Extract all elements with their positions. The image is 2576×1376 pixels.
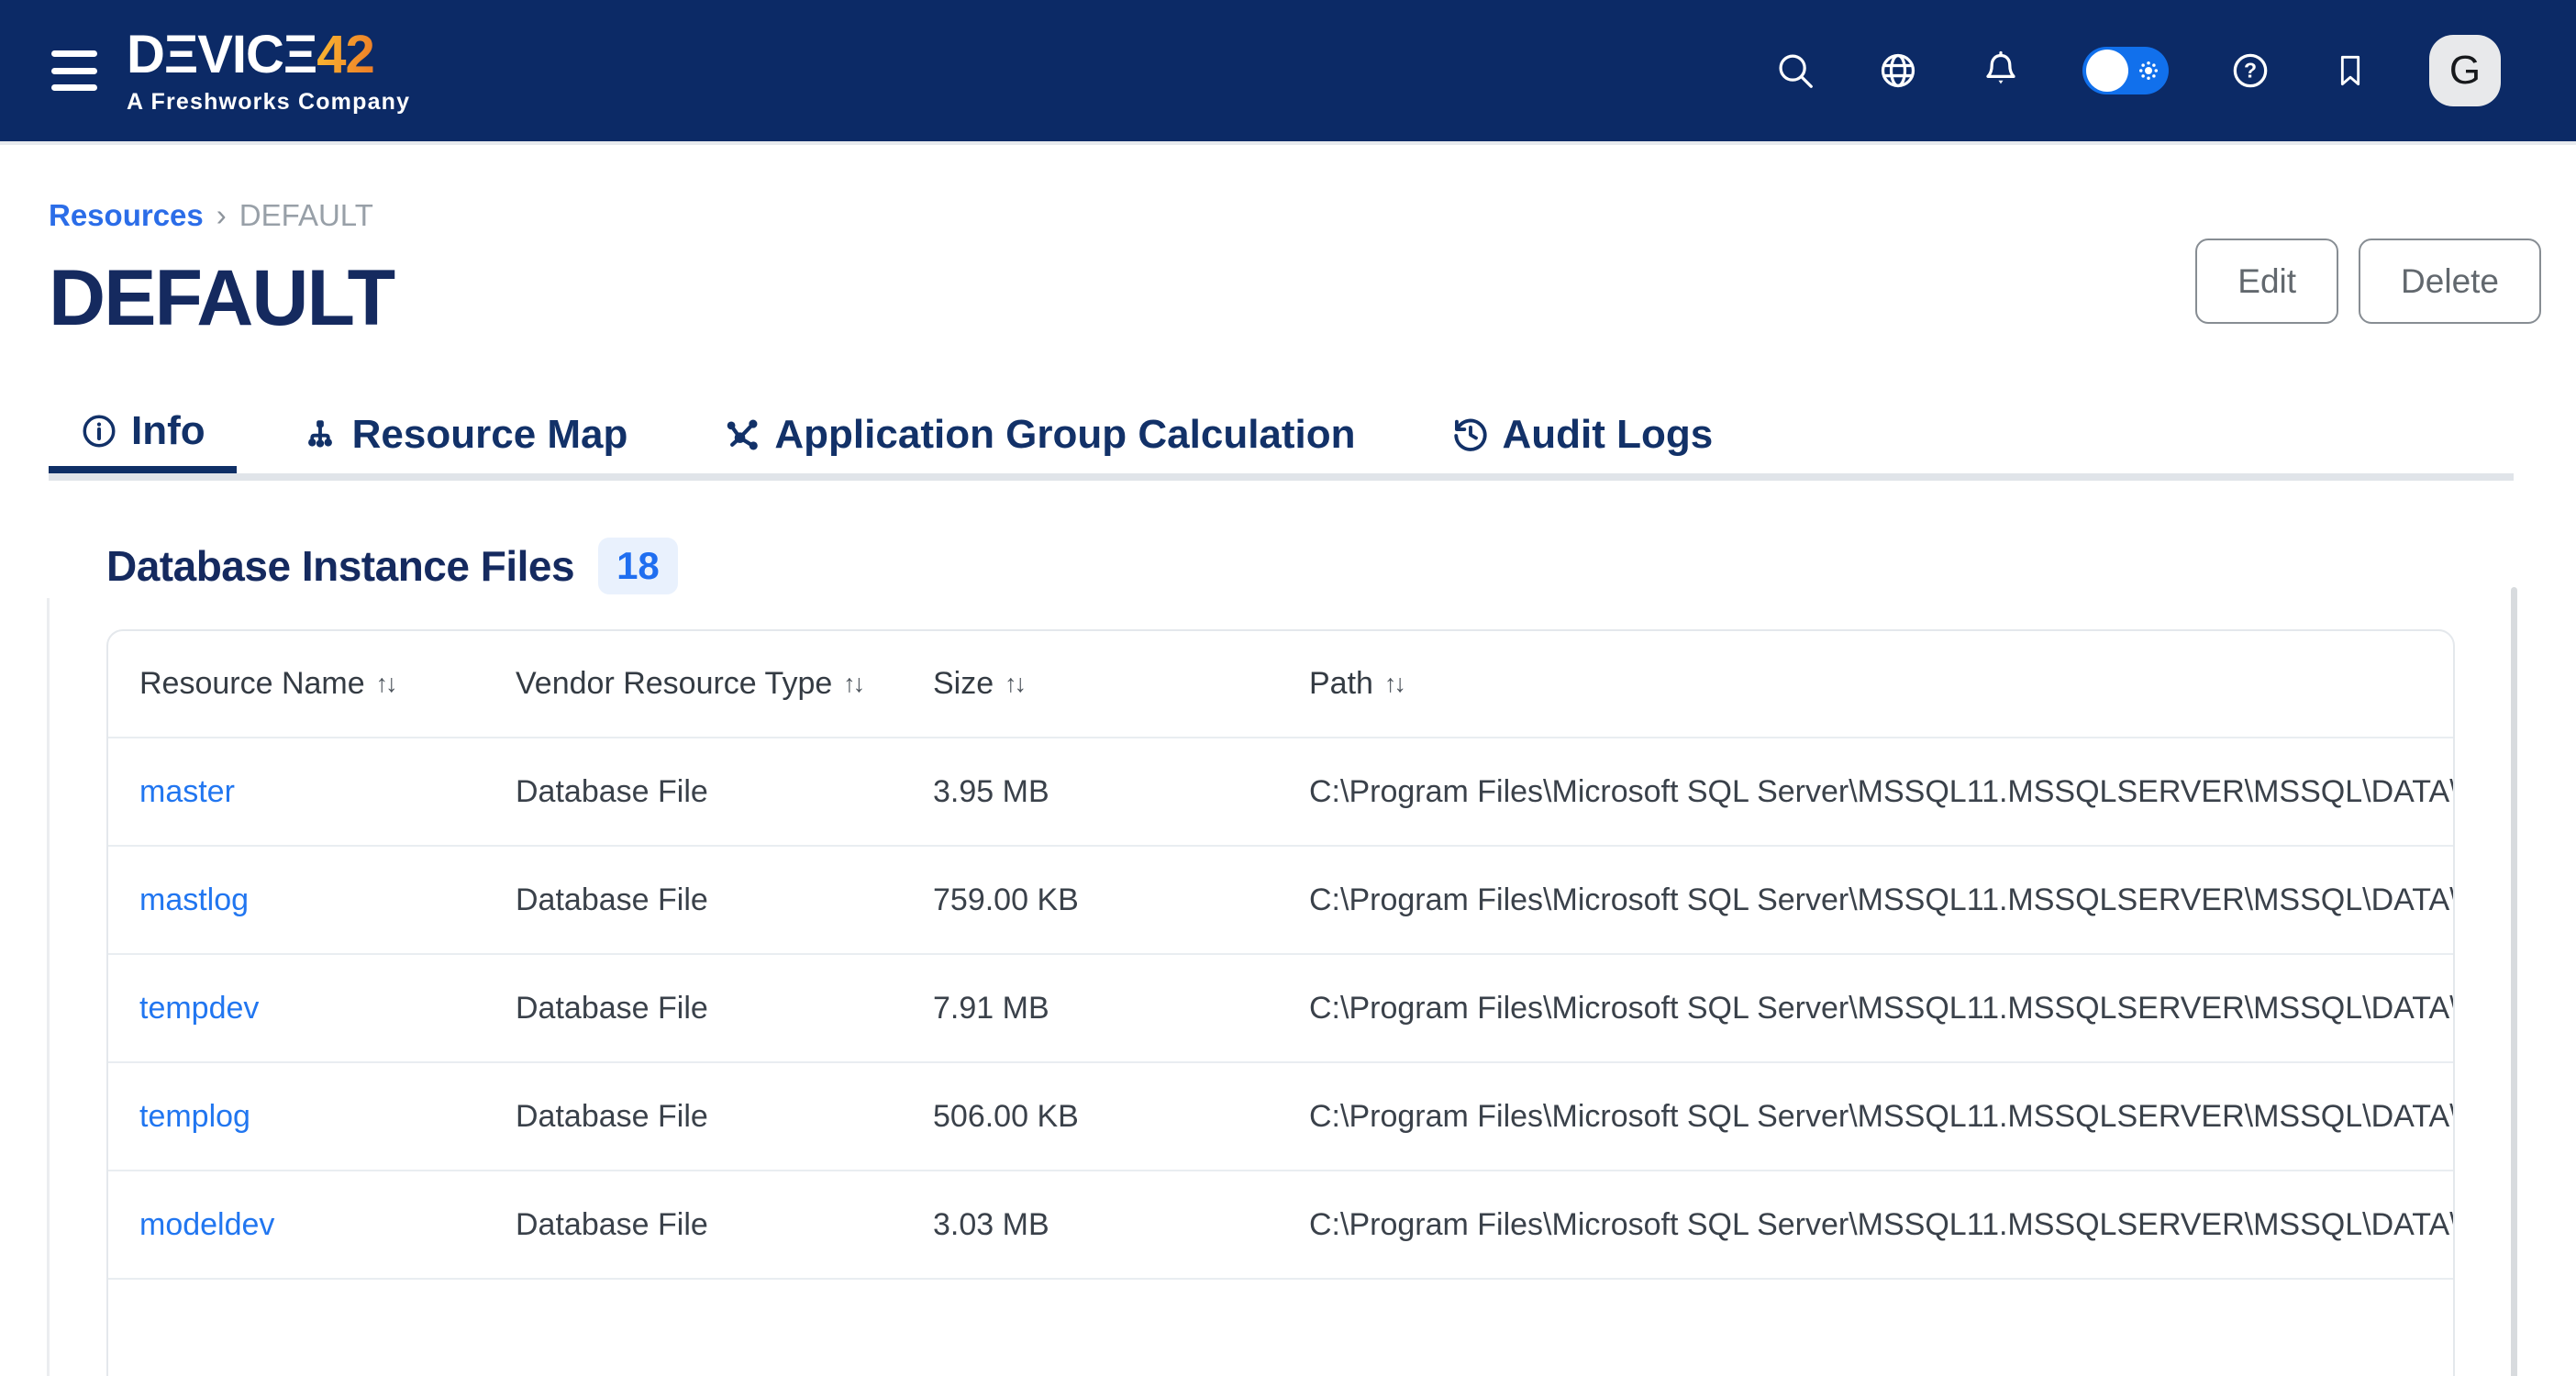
size-cell: 3.95 MB bbox=[933, 774, 1309, 810]
info-tab-panel: Database Instance Files 18 Resource Name… bbox=[49, 538, 2576, 1376]
sort-icon[interactable]: ↑↓ bbox=[1005, 670, 1024, 698]
path-cell: C:\Program Files\Microsoft SQL Server\MS… bbox=[1309, 882, 2453, 918]
sort-icon[interactable]: ↑↓ bbox=[1384, 670, 1404, 698]
breadcrumb: Resources › DEFAULT bbox=[49, 198, 2576, 233]
table-row: master Database File 3.95 MB C:\Program … bbox=[108, 738, 2453, 847]
vendor-resource-type-cell: Database File bbox=[516, 774, 933, 810]
tab-info-label: Info bbox=[131, 408, 205, 454]
column-header-size[interactable]: Size ↑↓ bbox=[933, 666, 1309, 702]
vendor-resource-type-cell: Database File bbox=[516, 882, 933, 918]
tab-application-group-calculation[interactable]: Application Group Calculation bbox=[692, 396, 1386, 473]
brand-accent: 42 bbox=[316, 25, 374, 84]
path-cell: C:\Program Files\Microsoft SQL Server\MS… bbox=[1309, 774, 2453, 810]
size-cell: 7.91 MB bbox=[933, 991, 1309, 1026]
vertical-scrollbar[interactable] bbox=[2511, 587, 2517, 1376]
path-cell: C:\Program Files\Microsoft SQL Server\MS… bbox=[1309, 991, 2453, 1026]
section-header: Database Instance Files 18 bbox=[106, 538, 2576, 594]
table-row: modeldev Database File 3.03 MB C:\Progra… bbox=[108, 1171, 2453, 1280]
topbar-actions: ? G bbox=[1774, 35, 2501, 106]
tab-resource-map[interactable]: Resource Map bbox=[270, 396, 660, 473]
tab-application-group-calculation-label: Application Group Calculation bbox=[774, 412, 1355, 458]
breadcrumb-separator: › bbox=[217, 198, 227, 233]
info-icon bbox=[80, 412, 118, 450]
tab-audit-logs-label: Audit Logs bbox=[1503, 412, 1714, 458]
top-navigation-bar: DΞVICΞ42 A Freshworks Company bbox=[0, 0, 2576, 145]
notifications-bell-icon[interactable] bbox=[1980, 50, 2022, 92]
sun-icon bbox=[2135, 57, 2162, 84]
user-avatar[interactable]: G bbox=[2429, 35, 2501, 106]
table-row: templog Database File 506.00 KB C:\Progr… bbox=[108, 1063, 2453, 1171]
count-badge: 18 bbox=[598, 538, 678, 594]
sitemap-icon bbox=[301, 416, 339, 454]
menu-icon[interactable] bbox=[51, 50, 97, 91]
table-header-row: Resource Name ↑↓ Vendor Resource Type ↑↓… bbox=[108, 631, 2453, 738]
section-title: Database Instance Files bbox=[106, 541, 574, 591]
resource-name-link[interactable]: master bbox=[139, 774, 516, 810]
resource-name-link[interactable]: templog bbox=[139, 1099, 516, 1135]
sort-icon[interactable]: ↑↓ bbox=[376, 670, 395, 698]
delete-button[interactable]: Delete bbox=[2359, 239, 2541, 324]
help-icon[interactable]: ? bbox=[2229, 50, 2271, 92]
size-cell: 506.00 KB bbox=[933, 1099, 1309, 1135]
vendor-resource-type-cell: Database File bbox=[516, 1099, 933, 1135]
path-cell: C:\Program Files\Microsoft SQL Server\MS… bbox=[1309, 1207, 2453, 1243]
tab-resource-map-label: Resource Map bbox=[352, 412, 628, 458]
vendor-resource-type-cell: Database File bbox=[516, 991, 933, 1026]
brand-logo[interactable]: DΞVICΞ42 A Freshworks Company bbox=[127, 28, 410, 114]
path-cell: C:\Program Files\Microsoft SQL Server\MS… bbox=[1309, 1099, 2453, 1135]
svg-text:?: ? bbox=[2244, 59, 2257, 83]
tab-bar: Info Resource Map bbox=[49, 396, 2514, 481]
page: DΞVICΞ42 A Freshworks Company bbox=[0, 0, 2576, 1376]
search-icon[interactable] bbox=[1774, 50, 1816, 92]
size-cell: 3.03 MB bbox=[933, 1207, 1309, 1243]
globe-icon[interactable] bbox=[1877, 50, 1919, 92]
table-row-partial bbox=[108, 1280, 2453, 1376]
avatar-initial: G bbox=[2449, 48, 2481, 94]
column-header-resource-name[interactable]: Resource Name ↑↓ bbox=[139, 666, 516, 702]
column-header-vendor-resource-type[interactable]: Vendor Resource Type ↑↓ bbox=[516, 666, 933, 702]
size-cell: 759.00 KB bbox=[933, 882, 1309, 918]
column-header-path[interactable]: Path ↑↓ bbox=[1309, 666, 2453, 702]
bookmark-icon[interactable] bbox=[2332, 50, 2369, 92]
toggle-knob bbox=[2086, 50, 2128, 92]
vendor-resource-type-cell: Database File bbox=[516, 1207, 933, 1243]
resource-name-link[interactable]: tempdev bbox=[139, 991, 516, 1026]
page-actions: Edit Delete bbox=[2195, 239, 2541, 324]
molecule-icon bbox=[723, 416, 761, 454]
database-instance-files-table: Resource Name ↑↓ Vendor Resource Type ↑↓… bbox=[106, 629, 2455, 1376]
brand-name: DΞVICΞ bbox=[127, 25, 316, 84]
main-content: Resources › DEFAULT DEFAULT Edit Delete … bbox=[0, 198, 2576, 1376]
theme-toggle[interactable] bbox=[2082, 47, 2169, 94]
breadcrumb-resources-link[interactable]: Resources bbox=[49, 198, 204, 233]
brand-subtitle: A Freshworks Company bbox=[127, 91, 410, 114]
resource-name-link[interactable]: modeldev bbox=[139, 1207, 516, 1243]
resource-name-link[interactable]: mastlog bbox=[139, 882, 516, 918]
sort-icon[interactable]: ↑↓ bbox=[843, 670, 862, 698]
tab-info[interactable]: Info bbox=[49, 396, 237, 473]
edit-button[interactable]: Edit bbox=[2195, 239, 2338, 324]
history-icon bbox=[1451, 416, 1490, 454]
table-row: mastlog Database File 759.00 KB C:\Progr… bbox=[108, 847, 2453, 955]
table-row: tempdev Database File 7.91 MB C:\Program… bbox=[108, 955, 2453, 1063]
panel-left-border bbox=[47, 598, 50, 1376]
tab-audit-logs[interactable]: Audit Logs bbox=[1420, 396, 1745, 473]
breadcrumb-current: DEFAULT bbox=[239, 198, 373, 233]
